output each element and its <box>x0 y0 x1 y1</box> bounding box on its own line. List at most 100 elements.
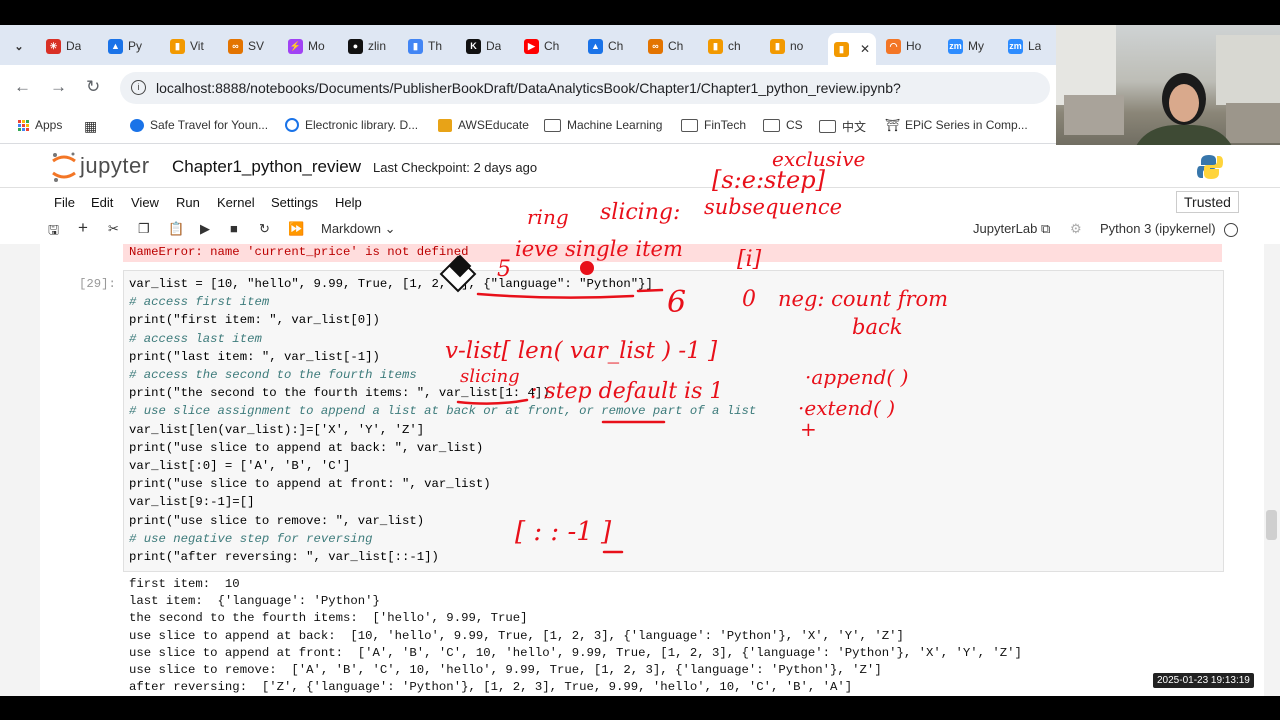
tab-favicon-icon: ▲ <box>588 38 603 54</box>
jupyter-logo-text: jupyter <box>80 153 150 178</box>
cell-type-select[interactable]: Markdown ⌄ <box>321 221 396 237</box>
info-icon[interactable]: i <box>131 80 146 95</box>
jupyter-logo-icon <box>52 152 76 182</box>
output-line: after reversing: ['Z', {'language': 'Pyt… <box>129 680 853 695</box>
browser-tab[interactable]: ▮ Vit <box>170 33 204 59</box>
save-icon[interactable]: 🖫 <box>48 221 59 243</box>
fast-forward-icon[interactable]: ⏩ <box>288 221 304 237</box>
folder-icon <box>763 118 780 132</box>
tab-label: Ch <box>544 39 560 53</box>
output-line: use slice to append at front: ['A', 'B',… <box>129 645 1022 660</box>
grid-icon[interactable]: ▦ <box>84 118 97 135</box>
trusted-badge[interactable]: Trusted <box>1176 191 1239 213</box>
tab-favicon-icon: zm <box>1008 38 1023 54</box>
bookmarks-bar: Apps ▦ Safe Travel for Youn... Electroni… <box>0 111 1056 144</box>
bookmark-label: Safe Travel for Youn... <box>150 118 269 132</box>
jupyterlab-link[interactable]: JupyterLab ⧉ <box>973 221 1050 237</box>
close-icon[interactable]: ✕ <box>860 42 870 56</box>
bookmark-machine-learning[interactable]: Machine Learning <box>544 118 662 132</box>
cut-icon[interactable]: ✂ <box>108 221 119 237</box>
browser-tab[interactable]: zm My <box>948 33 984 59</box>
restart-icon[interactable]: ↻ <box>259 221 270 237</box>
browser-tab[interactable]: ▮ Th <box>408 33 442 59</box>
code-line: # access first item <box>129 295 270 310</box>
browser-tab[interactable]: ▲ Py <box>108 33 142 59</box>
kernel-status-icon <box>1224 223 1238 237</box>
browser-tab[interactable]: ▲ Ch <box>588 33 623 59</box>
tab-label: Th <box>428 39 443 53</box>
browser-tab[interactable]: ◠ Ho <box>886 33 921 59</box>
menu-bar: File Edit View Run Kernel Settings Help … <box>0 187 1280 217</box>
external-link-icon: ⧉ <box>1040 221 1051 236</box>
reload-icon[interactable]: ↻ <box>86 77 100 97</box>
folder-icon <box>681 118 698 132</box>
browser-tab[interactable]: ▶ Ch <box>524 33 559 59</box>
kernel-name[interactable]: Python 3 (ipykernel) <box>1100 221 1216 236</box>
tab-search-button[interactable]: ⌄ <box>8 33 30 59</box>
browser-tab[interactable]: K Da <box>466 33 501 59</box>
chevron-down-icon: ⌄ <box>14 40 24 53</box>
back-arrow-icon[interactable]: ← <box>14 77 31 97</box>
menu-run[interactable]: Run <box>176 195 200 210</box>
address-bar[interactable]: i localhost:8888/notebooks/Documents/Pub… <box>120 72 1050 104</box>
folder-icon <box>544 118 561 132</box>
browser-tab[interactable]: ✳ Da <box>46 33 81 59</box>
bookmark-electronic-library[interactable]: Electronic library. D... <box>285 118 418 132</box>
add-cell-icon[interactable]: + <box>78 218 88 238</box>
tab-favicon-icon: ▮ <box>708 38 723 54</box>
menu-edit[interactable]: Edit <box>91 195 113 210</box>
code-line: var_list[9:-1]=[] <box>129 495 255 510</box>
browser-tab[interactable]: ∞ SV <box>228 33 264 59</box>
browser-tab[interactable]: ▮ no <box>770 33 803 59</box>
code-line: var_list = [10, "hello", 9.99, True, [1,… <box>129 277 653 291</box>
tab-favicon-icon: ▶ <box>524 38 539 54</box>
address-row: ← → ↻ i localhost:8888/notebooks/Documen… <box>0 65 1056 111</box>
gear-icon[interactable]: ⚙ <box>1070 221 1082 237</box>
bookmark-awseducate[interactable]: AWSEducate <box>438 118 529 132</box>
tab-favicon-icon: ▮ <box>408 38 423 54</box>
tab-label: Da <box>486 39 502 53</box>
forward-arrow-icon[interactable]: → <box>50 77 67 97</box>
scrollbar[interactable] <box>1264 244 1280 696</box>
tab-favicon-icon: zm <box>948 38 963 54</box>
browser-tab[interactable]: ● zlin <box>348 33 386 59</box>
bookmark-cs[interactable]: CS <box>763 118 803 132</box>
tab-favicon-icon: K <box>466 38 481 54</box>
apps-grid-icon <box>18 119 29 131</box>
code-line: print("first item: ", var_list[0]) <box>129 313 380 328</box>
globe-icon <box>130 118 144 132</box>
run-icon[interactable]: ▶ <box>200 221 210 237</box>
menu-settings[interactable]: Settings <box>271 195 318 210</box>
browser-tab[interactable]: ▮ ch <box>708 33 741 59</box>
tab-favicon-icon: ▮ <box>834 41 849 57</box>
bookmark-fintech[interactable]: FinTech <box>681 118 746 132</box>
code-line: print("last item: ", var_list[-1]) <box>129 349 380 364</box>
menu-file[interactable]: File <box>54 195 75 210</box>
menu-view[interactable]: View <box>131 195 159 210</box>
stop-icon[interactable]: ■ <box>230 221 238 236</box>
tab-strip: ⌄ ✳ Da ▲ Py ▮ Vit ∞ SV ⚡ Mo ● zlin ▮ Th K Da ▶ Ch ▲ Ch ∞ Ch ▮ c… <box>0 25 1056 65</box>
browser-tab[interactable]: ⚡ Mo <box>288 33 325 59</box>
tab-favicon-icon: ◠ <box>886 38 901 54</box>
scrollbar-thumb[interactable] <box>1266 510 1277 540</box>
folder-icon <box>819 120 836 133</box>
bookmark-chinese[interactable]: 中文 <box>819 118 866 135</box>
code-line: var_list[len(var_list):]=['X', 'Y', 'Z'] <box>129 422 425 437</box>
browser-tab[interactable]: ▮ ✕ <box>828 33 877 65</box>
video-timestamp: 2025-01-23 19:13:19 <box>1153 673 1254 688</box>
code-line: print("after reversing: ", var_list[::-1… <box>129 550 439 564</box>
bookmark-epic-series[interactable]: ⛩ EPiC Series in Comp... <box>885 118 1028 132</box>
copy-icon[interactable]: ❐ <box>138 221 150 237</box>
cell-type-label: Markdown <box>321 221 381 236</box>
tab-favicon-icon: ▮ <box>770 38 785 54</box>
menu-help[interactable]: Help <box>335 195 362 210</box>
browser-tab[interactable]: ∞ Ch <box>648 33 683 59</box>
browser-tab[interactable]: zm La <box>1008 33 1041 59</box>
notebook-title[interactable]: Chapter1_python_review <box>172 157 361 177</box>
code-line: # access the second to the fourth items <box>129 368 417 382</box>
menu-kernel[interactable]: Kernel <box>217 195 255 210</box>
paste-icon[interactable]: 📋 <box>168 221 184 237</box>
bookmark-safe-travel[interactable]: Safe Travel for Youn... <box>130 118 268 132</box>
bookmark-apps[interactable]: Apps <box>18 118 62 132</box>
aws-box-icon <box>438 118 452 132</box>
